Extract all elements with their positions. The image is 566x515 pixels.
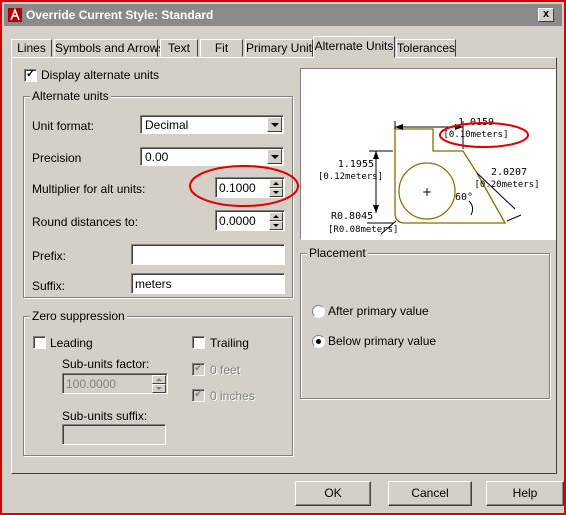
help-button[interactable]: Help bbox=[486, 481, 564, 506]
tab-alternate-units[interactable]: Alternate Units bbox=[313, 36, 395, 58]
tab-primary-units[interactable]: Primary Units bbox=[245, 39, 318, 57]
tab-lines[interactable]: Lines bbox=[11, 39, 52, 57]
title-bar[interactable]: Override Current Style: Standard x bbox=[4, 4, 562, 26]
alternate-units-panel bbox=[11, 57, 557, 474]
cancel-button[interactable]: Cancel bbox=[388, 481, 472, 506]
window-title: Override Current Style: Standard bbox=[26, 8, 214, 22]
tab-fit[interactable]: Fit bbox=[200, 39, 243, 57]
ok-button[interactable]: OK bbox=[295, 481, 371, 506]
autocad-app-icon bbox=[8, 8, 22, 22]
tab-tolerances[interactable]: Tolerances bbox=[396, 39, 456, 57]
tab-text[interactable]: Text bbox=[160, 39, 198, 57]
close-button[interactable]: x bbox=[538, 8, 554, 22]
tab-symbols-and-arrows[interactable]: Symbols and Arrows bbox=[54, 39, 164, 57]
override-style-dialog: Override Current Style: Standard x Lines… bbox=[0, 0, 566, 515]
